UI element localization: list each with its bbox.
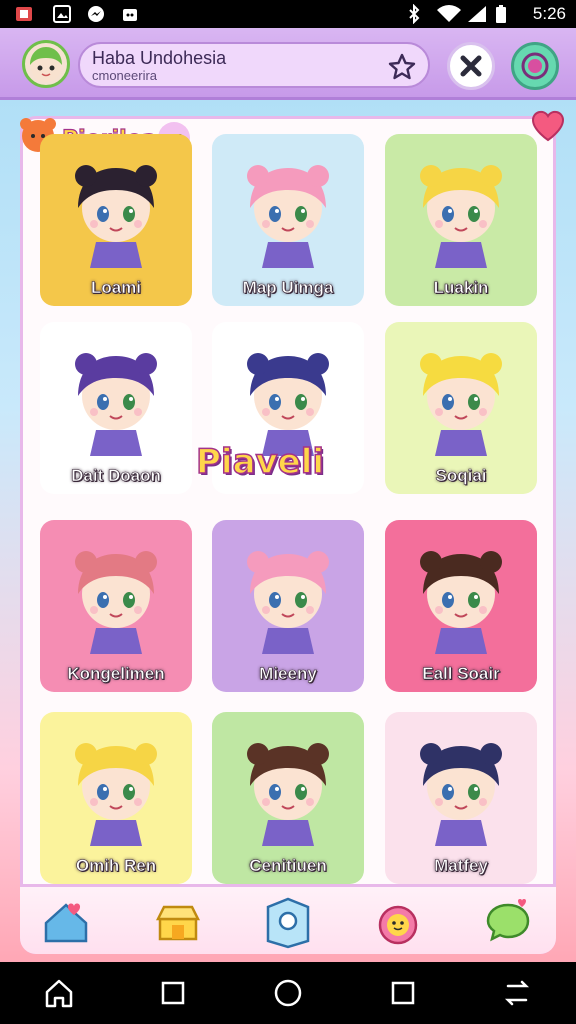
clock: 5:26: [532, 4, 566, 23]
character-portrait: [247, 551, 329, 654]
record-icon: [521, 52, 549, 80]
switch-nav-icon[interactable]: [500, 976, 534, 1010]
close-button[interactable]: [447, 42, 495, 90]
character-card[interactable]: Cenitiuen: [212, 712, 364, 884]
chat-icon: [486, 899, 530, 942]
search-title: Haba Undohesia: [92, 48, 227, 68]
character-portrait: [420, 551, 502, 654]
search-map-icon: [266, 897, 310, 949]
character-name: Soqiai: [435, 466, 487, 486]
avatar-character-icon: [30, 47, 62, 82]
character-card[interactable]: Loami: [40, 134, 192, 306]
wifi-icon: [437, 5, 461, 22]
shop-icon: [155, 905, 201, 941]
app-notification-icon: [16, 7, 32, 21]
messenger-icon: [88, 6, 104, 22]
star-icon[interactable]: [388, 53, 416, 81]
signal-icon: [468, 6, 486, 22]
house-heart-icon: [44, 903, 88, 943]
tab-shop[interactable]: [150, 893, 206, 949]
close-icon: [460, 55, 482, 77]
home-circle-nav-icon[interactable]: [271, 976, 305, 1010]
character-card[interactable]: Matfey: [385, 712, 537, 884]
character-card[interactable]: Omih Ren: [40, 712, 192, 884]
character-name: Map Uimga: [242, 278, 334, 298]
tab-pet[interactable]: [370, 893, 426, 949]
record-button[interactable]: [511, 42, 559, 90]
avatar[interactable]: [22, 40, 70, 88]
character-portrait: [75, 743, 157, 846]
character-name: Luakin: [433, 278, 489, 298]
image-notification-icon: [53, 5, 71, 23]
bluetooth-icon: [409, 4, 420, 24]
character-portrait: [420, 743, 502, 846]
character-card[interactable]: Dait Doaon: [40, 322, 192, 494]
character-portrait: [420, 165, 502, 268]
bag-notification-icon: [123, 9, 137, 21]
tab-home[interactable]: [38, 893, 94, 949]
character-portrait: [75, 353, 157, 456]
tab-explore[interactable]: [260, 893, 316, 949]
search-subtitle: cmoneerira: [92, 68, 158, 83]
character-name: Matfey: [434, 856, 488, 876]
character-card[interactable]: Eall Soair: [385, 520, 537, 692]
character-card[interactable]: Map Uimga: [212, 134, 364, 306]
app-header: Haba Undohesia cmoneerira: [0, 28, 576, 100]
character-name: Cenitiuen: [249, 856, 327, 876]
recents-nav-icon[interactable]: [156, 976, 190, 1010]
character-card[interactable]: Mieeny: [212, 520, 364, 692]
character-portrait: [75, 551, 157, 654]
character-name: Dait Doaon: [71, 466, 161, 486]
featured-logo: Piaveli: [195, 441, 325, 483]
character-name: Eall Soair: [422, 664, 500, 684]
character-card[interactable]: Kongelimen: [40, 520, 192, 692]
character-portrait: [75, 165, 157, 268]
character-name: Kongelimen: [67, 664, 165, 684]
character-name: Mieeny: [259, 664, 317, 684]
bottom-tab-bar: [20, 884, 556, 954]
system-nav-bar: [0, 962, 576, 1024]
battery-icon: [496, 5, 506, 23]
character-card[interactable]: Soqiai: [385, 322, 537, 494]
character-name: Omih Ren: [75, 856, 157, 876]
heart-icon: [531, 110, 565, 142]
status-bar: 5:26: [0, 0, 576, 28]
character-portrait: [420, 353, 502, 456]
tab-chat[interactable]: [480, 893, 536, 949]
character-portrait: [247, 743, 329, 846]
character-portrait: [247, 165, 329, 268]
character-card[interactable]: Luakin: [385, 134, 537, 306]
home-nav-icon[interactable]: [42, 976, 76, 1010]
pet-icon: [378, 905, 418, 945]
overview-nav-icon[interactable]: [386, 976, 420, 1010]
character-name: Loami: [90, 278, 142, 298]
search-bar[interactable]: Haba Undohesia cmoneerira: [78, 42, 430, 88]
